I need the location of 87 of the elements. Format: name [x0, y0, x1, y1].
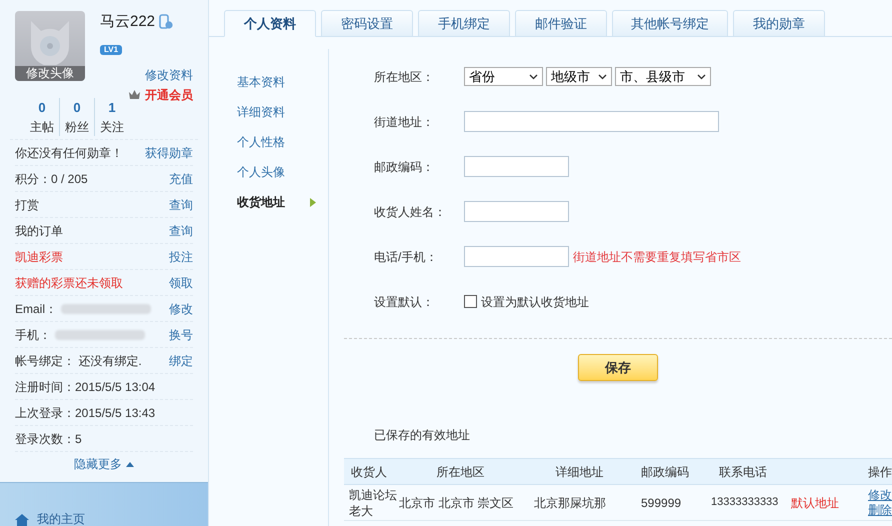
table-cell-text: 北京那屎坑那 — [533, 494, 607, 512]
tab[interactable]: 其他帐号绑定 — [612, 10, 728, 37]
info-action-link[interactable]: 查询 — [169, 222, 193, 240]
verified-phone-icon — [159, 14, 174, 30]
info-text: Email： — [15, 300, 58, 318]
info-action-link[interactable]: 领取 — [169, 274, 193, 292]
info-text: 打赏 — [15, 196, 39, 214]
column-header: 操作 — [867, 464, 892, 480]
text-field[interactable] — [464, 156, 569, 177]
info-action-link[interactable]: 修改 — [169, 300, 193, 318]
info-text: 手机： — [15, 326, 51, 344]
info-text: 帐号绑定： 还没有绑定. — [15, 352, 142, 370]
field-label: 电话/手机： — [373, 248, 438, 266]
tab[interactable]: 密码设置 — [321, 10, 413, 37]
info-action-link[interactable]: 投注 — [169, 248, 193, 266]
level-badge: LV1 — [100, 44, 122, 54]
dropdown[interactable]: 市、县级市 — [615, 67, 711, 86]
column-header: 联系电话 — [718, 464, 768, 480]
checkbox[interactable] — [464, 295, 477, 308]
subnav-item[interactable]: 基本资料 — [209, 67, 328, 97]
default-label: 默认地址 — [790, 494, 840, 512]
caret-up-icon — [126, 462, 134, 466]
dropdown[interactable]: 地级市 — [546, 67, 612, 86]
chevron-down-icon — [529, 74, 538, 80]
tab[interactable]: 邮件验证 — [515, 10, 607, 37]
tab[interactable]: 手机绑定 — [418, 10, 510, 37]
tab[interactable]: 我的勋章 — [733, 10, 825, 37]
crown-icon — [128, 89, 141, 100]
stat-value: 0 — [38, 99, 46, 118]
edit-profile-link[interactable]: 修改资料 — [145, 66, 193, 84]
stat-value: 1 — [108, 99, 116, 118]
stat-label: 粉丝 — [65, 118, 89, 136]
chevron-down-icon — [598, 74, 607, 80]
vip-link[interactable]: 开通会员 — [145, 86, 193, 104]
stat-label: 关注 — [100, 118, 124, 136]
subnav-item[interactable]: 详细资料 — [209, 97, 328, 127]
info-action-link[interactable]: 绑定 — [169, 352, 193, 370]
checkbox-label: 设置为默认收货地址 — [481, 294, 589, 310]
table-cell-text: 北京市 北京市 崇文区 — [398, 494, 515, 512]
info-action-link[interactable]: 充值 — [169, 170, 193, 188]
row-action-link[interactable]: 修改 — [868, 488, 892, 502]
column-header: 邮政编码 — [640, 464, 690, 480]
column-header: 所在地区 — [436, 464, 486, 480]
info-text: 我的订单 — [15, 222, 63, 240]
home-icon — [15, 514, 29, 526]
user-name: 马云222 — [100, 12, 156, 32]
tab[interactable]: 个人资料 — [224, 10, 316, 37]
text-field[interactable] — [464, 201, 569, 222]
subnav-item[interactable]: 个人性格 — [209, 127, 328, 157]
hide-more-link[interactable]: 隐藏更多 — [74, 455, 122, 473]
info-text: 凯迪彩票 — [15, 248, 63, 266]
text-field[interactable] — [464, 246, 569, 267]
table-cell-text: 凯迪论坛老大 — [348, 486, 397, 518]
home-label: 我的主页 — [37, 512, 85, 526]
info-text: 获赠的彩票还未领取 — [15, 274, 123, 292]
info-text: 你还没有任何勋章！ — [15, 144, 123, 162]
table-cell-text: 13333333333 — [711, 495, 780, 510]
home-nav-bar[interactable]: 我的主页 — [0, 482, 208, 526]
info-text: 积分：0 / 205 — [15, 170, 88, 188]
text-field[interactable] — [464, 111, 719, 132]
column-header: 详细地址 — [554, 464, 604, 480]
save-button[interactable]: 保存 — [578, 354, 658, 381]
info-action-link[interactable]: 查询 — [169, 196, 193, 214]
avatar[interactable]: 修改头像 — [15, 11, 85, 81]
subnav-item[interactable]: 个人头像 — [209, 157, 328, 187]
hint-text: 街道地址不需要重复填写省市区 — [573, 248, 741, 266]
field-label: 街道地址： — [373, 114, 435, 130]
info-action-link[interactable]: 获得勋章 — [145, 144, 193, 162]
subnav-item[interactable]: 收货地址 — [209, 187, 328, 217]
info-text: 上次登录：2015/5/5 13:43 — [15, 404, 156, 422]
field-label: 所在地区： — [373, 68, 435, 86]
field-label: 设置默认： — [373, 294, 435, 310]
field-label: 收货人姓名： — [373, 204, 447, 220]
avatar-caption: 修改头像 — [15, 66, 85, 81]
stat-label: 主帖 — [30, 118, 54, 136]
info-text: 注册时间：2015/5/5 13:04 — [15, 378, 156, 396]
chevron-down-icon — [697, 74, 706, 80]
table-cell-text: 599999 — [640, 494, 682, 512]
info-action-link[interactable]: 换号 — [169, 326, 193, 344]
column-header: 收货人 — [350, 464, 388, 480]
row-action-link[interactable]: 删除 — [868, 502, 892, 518]
section-title: 已保存的有效地址 — [374, 427, 471, 444]
info-text: 登录次数：5 — [15, 430, 82, 448]
dropdown[interactable]: 省份 — [464, 67, 543, 86]
field-label: 邮政编码： — [373, 158, 435, 176]
stat-value: 0 — [73, 99, 81, 118]
triangle-right-icon — [310, 198, 316, 206]
